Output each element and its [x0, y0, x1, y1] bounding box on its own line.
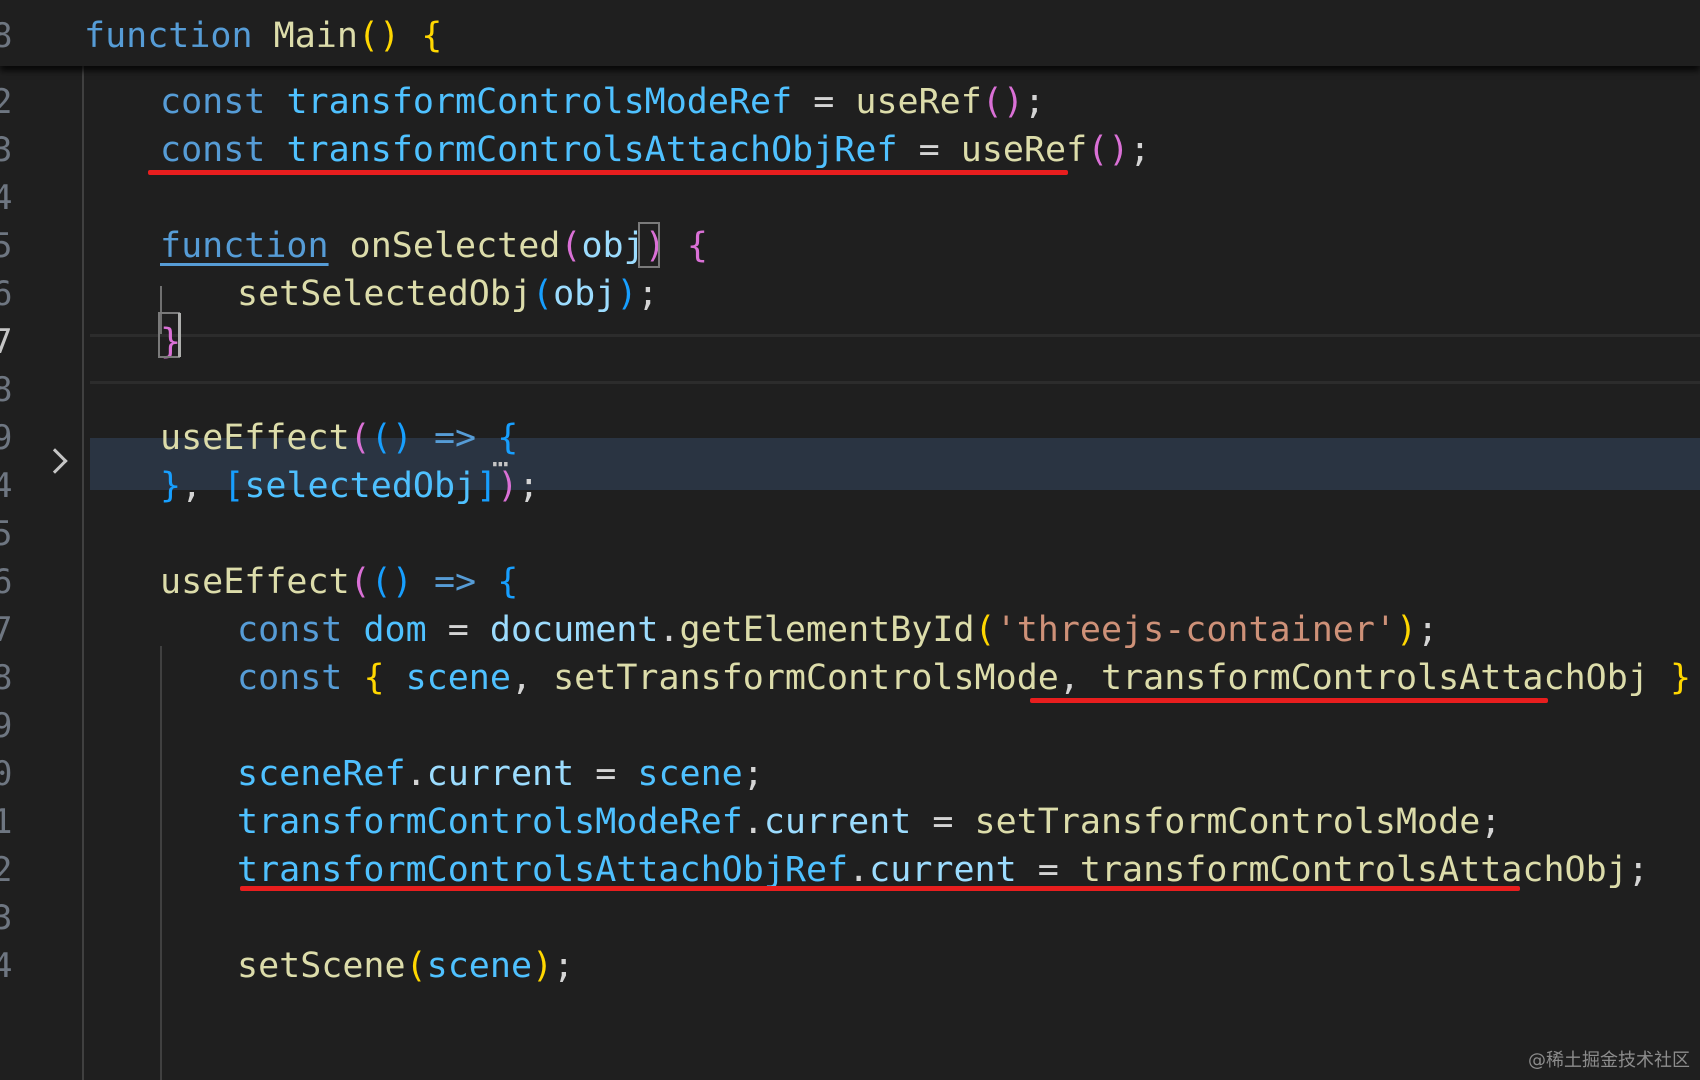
- line-code: useEffect(() => {: [160, 418, 519, 458]
- line-number: 4: [0, 178, 13, 218]
- code-line[interactable]: 8: [0, 364, 1700, 416]
- line-number: 7: [0, 322, 13, 362]
- line-code: const transformControlsModeRef = useRef(…: [160, 82, 1046, 122]
- line-code: const dom = document.getElementById('thr…: [237, 610, 1439, 650]
- code-line[interactable]: 4 setScene(scene);: [0, 940, 1700, 992]
- watermark: @稀土掘金技术社区: [1528, 1050, 1690, 1071]
- line-code: }, [selectedObj]);: [160, 466, 540, 506]
- line-number: 2: [0, 850, 13, 890]
- code-line[interactable]: 2 const transformControlsModeRef = useRe…: [0, 76, 1700, 128]
- code-line[interactable]: 5 function onSelected(obj) {: [0, 220, 1700, 272]
- line-code: sceneRef.current = scene;: [237, 754, 764, 794]
- code-line[interactable]: 1 transformControlsModeRef.current = set…: [0, 796, 1700, 848]
- line-code: setScene(scene);: [237, 946, 575, 986]
- line-number: 4: [0, 466, 13, 506]
- code-line[interactable]: 3 const transformControlsAttachObjRef = …: [0, 124, 1700, 176]
- code-line[interactable]: 0 sceneRef.current = scene;: [0, 748, 1700, 800]
- code-line[interactable]: 7 }: [0, 316, 1700, 368]
- line-number: 3: [0, 898, 13, 938]
- line-code: function onSelected(obj) {: [160, 226, 708, 266]
- line-code: useEffect(() => {: [160, 562, 519, 602]
- line-number: 3: [0, 130, 13, 170]
- code-line[interactable]: 4: [0, 172, 1700, 224]
- code-line[interactable]: 6 setSelectedObj(obj);: [0, 268, 1700, 320]
- red-underline-annotation: [240, 886, 1520, 891]
- line-number: 1: [0, 802, 13, 842]
- line-number: 8: [0, 658, 13, 698]
- code-line[interactable]: 8 const { scene, setTransformControlsMod…: [0, 652, 1700, 704]
- line-number: 9: [0, 418, 13, 458]
- code-line-folded[interactable]: 9 useEffect(() => {: [0, 412, 1700, 464]
- line-number: 5: [0, 226, 13, 266]
- line-code: setSelectedObj(obj);: [237, 274, 659, 314]
- code-line[interactable]: 9: [0, 700, 1700, 752]
- line-number: 5: [0, 514, 13, 554]
- line-number: 0: [0, 754, 13, 794]
- line-code: function Main() {: [84, 16, 443, 56]
- line-number: 2: [0, 82, 13, 122]
- code-line[interactable]: 5: [0, 508, 1700, 560]
- text-cursor: [178, 313, 181, 357]
- sticky-scroll-header[interactable]: 8 function Main() {: [0, 0, 1700, 66]
- line-number: 4: [0, 946, 13, 986]
- line-code: transformControlsModeRef.current = setTr…: [237, 802, 1502, 842]
- code-line[interactable]: 7 const dom = document.getElementById('t…: [0, 604, 1700, 656]
- line-number: 6: [0, 562, 13, 602]
- code-line[interactable]: 4 }, [selectedObj]);: [0, 460, 1700, 512]
- code-editor[interactable]: 8 function Main() { 2 const transformCon…: [0, 0, 1700, 1080]
- code-line[interactable]: 3: [0, 892, 1700, 944]
- line-code: const transformControlsAttachObjRef = us…: [160, 130, 1151, 170]
- line-number: 9: [0, 706, 13, 746]
- line-number: 8: [0, 16, 13, 56]
- bracket-match-highlight: [158, 312, 180, 358]
- code-line[interactable]: 6 useEffect(() => {: [0, 556, 1700, 608]
- sticky-line[interactable]: 8 function Main() {: [0, 10, 1700, 62]
- line-number: 8: [0, 370, 13, 410]
- line-number: 6: [0, 274, 13, 314]
- bracket-match-highlight: [638, 222, 660, 268]
- line-code: const { scene, setTransformControlsMode,…: [237, 658, 1692, 698]
- line-number: 7: [0, 610, 13, 650]
